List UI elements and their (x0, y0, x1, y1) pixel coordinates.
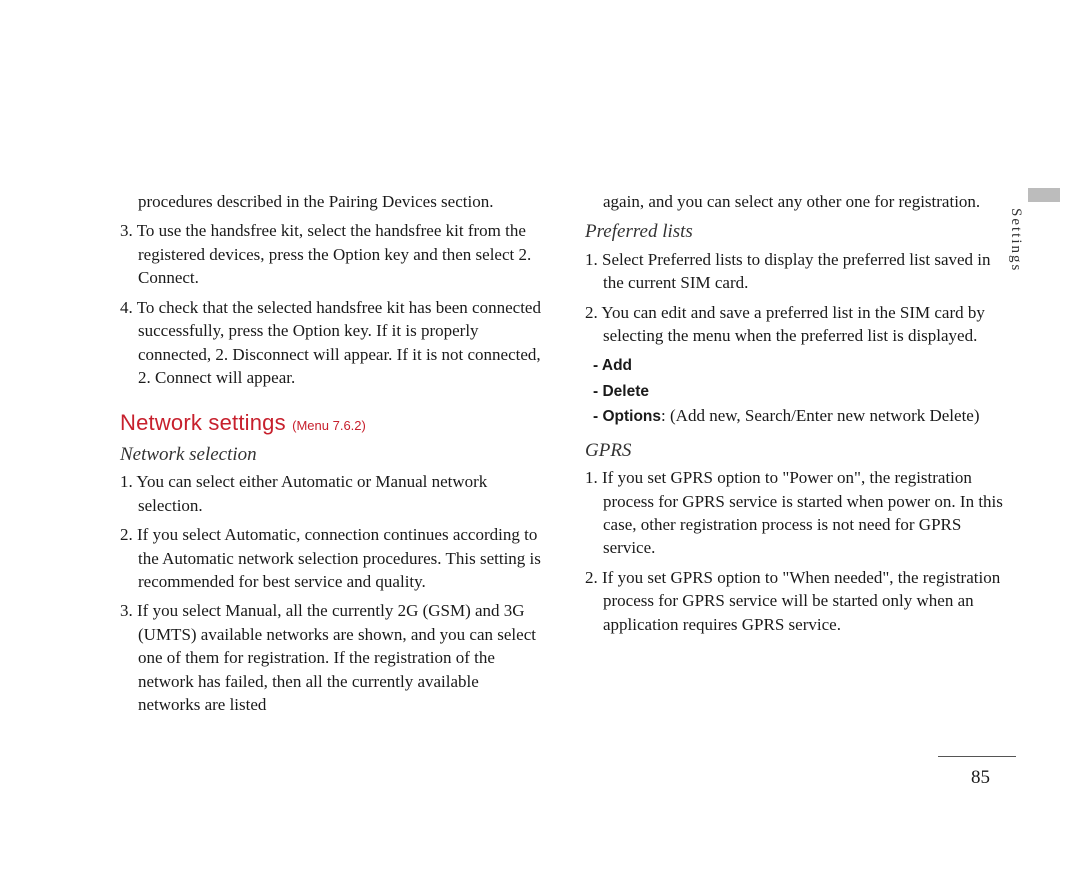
page-number: 85 (971, 767, 990, 789)
bullet-add: - Add (585, 353, 1010, 376)
bold-label: - Options (593, 408, 661, 425)
gprs-list: 1. If you set GPRS option to "Power on",… (585, 466, 1010, 636)
list-item: 3. If you select Manual, all the current… (120, 599, 545, 716)
network-selection-list: 1. You can select either Automatic or Ma… (120, 470, 545, 717)
left-column: procedures described in the Pairing Devi… (120, 190, 545, 723)
section-heading-network-settings: Network settings (Menu 7.6.2) (120, 408, 545, 438)
page-number-rule (938, 756, 1016, 757)
two-column-layout: procedures described in the Pairing Devi… (120, 190, 1010, 723)
continuation-text: again, and you can select any other one … (585, 190, 1010, 213)
list-item: procedures described in the Pairing Devi… (120, 190, 545, 213)
list-item: 1. You can select either Automatic or Ma… (120, 470, 545, 517)
bold-label: - Delete (593, 383, 649, 400)
list-item: 1. If you set GPRS option to "Power on",… (585, 466, 1010, 560)
subheading-preferred-lists: Preferred lists (585, 219, 1010, 245)
list-item: 4. To check that the selected handsfree … (120, 296, 545, 390)
subheading-gprs: GPRS (585, 438, 1010, 464)
options-description: : (Add new, Search/Enter new network Del… (661, 406, 979, 425)
list-item: 2. You can edit and save a preferred lis… (585, 301, 1010, 348)
list-item: 1. Select Preferred lists to display the… (585, 248, 1010, 295)
bullet-delete: - Delete (585, 379, 1010, 402)
manual-page: Settings procedures described in the Pai… (0, 0, 1080, 889)
menu-reference: (Menu 7.6.2) (292, 418, 366, 433)
list-item: 3. To use the handsfree kit, select the … (120, 219, 545, 289)
bullet-options: - Options: (Add new, Search/Enter new ne… (585, 404, 1010, 427)
preferred-lists-list: 1. Select Preferred lists to display the… (585, 248, 1010, 348)
section-title-text: Network settings (120, 410, 286, 435)
subheading-network-selection: Network selection (120, 442, 545, 468)
list-item: 2. If you set GPRS option to "When neede… (585, 566, 1010, 636)
side-tab-mark (1028, 188, 1060, 202)
right-column: again, and you can select any other one … (585, 190, 1010, 723)
list-item: 2. If you select Automatic, connection c… (120, 523, 545, 593)
bold-label: - Add (593, 357, 632, 374)
continued-procedure-list: procedures described in the Pairing Devi… (120, 190, 545, 390)
